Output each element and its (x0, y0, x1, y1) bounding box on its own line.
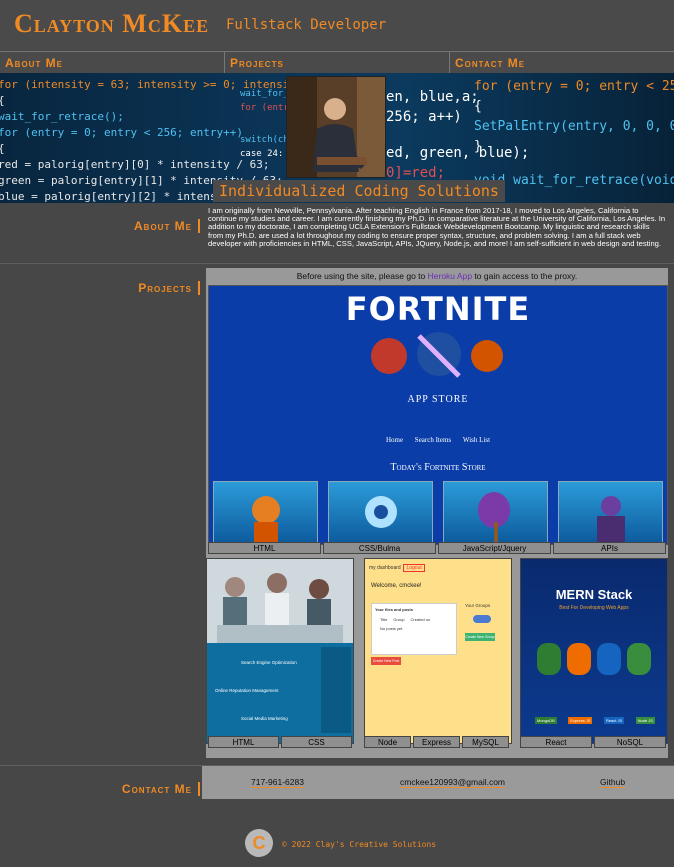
column-header: Title (380, 617, 388, 622)
fortnite-nav: Home Search Items Wish List (209, 436, 667, 444)
heroku-app-link[interactable]: Heroku App (428, 271, 472, 281)
fortnite-project-screenshot[interactable]: FORTNITE APP STORE Home Search Items Wis… (208, 285, 668, 545)
site-name: Clayton McKee (14, 9, 210, 38)
tech-tag: Express (413, 736, 460, 748)
hero-banner: for (intensity = 63; intensity >= 0; int… (0, 73, 674, 203)
copyright-text: © 2022 Clay's Creative Solutions (282, 840, 437, 849)
tech-tag: React (520, 736, 592, 748)
github-link[interactable]: Github (600, 777, 626, 788)
projects-label: Projects (138, 281, 200, 295)
about-label: About Me (134, 219, 200, 233)
create-post-button[interactable]: Create New Post (371, 657, 401, 665)
footer-logo: C (245, 829, 273, 857)
tech-tag: HTML (208, 736, 279, 748)
fortnite-item-card[interactable] (558, 481, 663, 544)
seo-service: Social Media Marketing (241, 716, 288, 721)
site-role: Fullstack Developer (226, 17, 387, 33)
groups-welcome: Welcome, cmckee! (371, 583, 422, 589)
mern-tags: React NoSQL (520, 736, 666, 748)
groups-project-screenshot[interactable]: my dashboard Logout Welcome, cmckee! You… (364, 558, 512, 744)
empty-state: No posts yet. (380, 626, 404, 631)
nav-contact-me[interactable]: Contact Me (450, 52, 674, 74)
fortnite-item-card[interactable] (328, 481, 433, 544)
mern-title: MERN Stack (555, 587, 633, 602)
mern-badge: Node JS (635, 717, 655, 724)
code-line: for (entry = 0; entry < 256; entry (474, 79, 674, 94)
code-right: for (entry = 0; entry < 256; entry { Set… (474, 77, 674, 191)
mern-badges: MongoDB Express JS React JS Node JS (535, 717, 655, 724)
code-line: { (474, 99, 482, 114)
seo-service: Search Engine Optimization (241, 660, 297, 665)
mern-subtitle: Best For Developing Web Apps (559, 605, 629, 611)
create-group-button[interactable]: Create New Group (465, 633, 495, 641)
seo-sidebar (321, 647, 351, 733)
mern-badge: Express JS (568, 717, 593, 724)
column-header: Created on (410, 617, 431, 622)
phone-link[interactable]: 717-961-6283 (251, 777, 304, 788)
site-header: Clayton McKee Fullstack Developer (0, 0, 674, 50)
team-photo (207, 559, 353, 643)
fortnite-tags: HTML CSS/Bulma JavaScript/Jquery APIs (208, 542, 666, 554)
groups-label: Your Groups (465, 603, 491, 608)
divider (0, 263, 674, 264)
tech-tag: APIs (553, 542, 666, 554)
fortnite-item-card[interactable] (213, 481, 318, 544)
fortnite-nav-search[interactable]: Search Items (415, 436, 451, 444)
code-line: } (474, 139, 482, 154)
fortnite-store-title: APP STORE (407, 394, 469, 405)
fortnite-nav-wishlist[interactable]: Wish List (463, 436, 490, 444)
hero-tagline: Individualized Coding Solutions (213, 180, 505, 202)
contact-label: Contact Me (122, 782, 200, 796)
tech-tag: CSS/Bulma (323, 542, 436, 554)
posts-table-header: Title Group Created on (372, 615, 456, 624)
email-link[interactable]: cmckee120993@gmail.com (400, 777, 506, 788)
column-header: Group (393, 617, 405, 622)
mern-badge: React JS (603, 717, 625, 724)
contact-links: 717-961-6283 cmckee120993@gmail.com Gith… (206, 768, 674, 798)
profile-photo (286, 76, 386, 178)
panel-title: Your files and posts (375, 607, 413, 612)
notice-text: to gain access to the proxy. (472, 271, 578, 281)
mern-logos (537, 643, 651, 675)
fortnite-characters-art (371, 332, 503, 378)
tech-tag: MySQL (462, 736, 509, 748)
tech-tag: NoSQL (594, 736, 666, 748)
tech-tag: CSS (281, 736, 352, 748)
groups-tags: Node Express MySQL (364, 736, 509, 748)
mern-project-screenshot[interactable]: MERN Stack Best For Developing Web Apps … (520, 558, 668, 744)
seo-tags: HTML CSS (208, 736, 352, 748)
seo-service: Online Reputation Management (215, 688, 279, 693)
fortnite-nav-home[interactable]: Home (386, 436, 403, 444)
mern-badge: MongoDB (535, 717, 557, 724)
about-text: I am originally from Newville, Pennsylva… (208, 206, 666, 248)
fortnite-today-heading: Today's Fortnite Store (390, 462, 486, 473)
code-line: SetPalEntry(entry, 0, 0, 0); (474, 119, 674, 134)
notice-text: Before using the site, please go to (296, 271, 428, 281)
nav-about-me[interactable]: About Me (0, 52, 225, 74)
tech-tag: JavaScript/Jquery (438, 542, 551, 554)
tech-tag: Node (364, 736, 411, 748)
fortnite-logo: FORTNITE (345, 290, 531, 328)
main-nav: About Me Projects Contact Me (0, 51, 674, 75)
site-footer: C © 2022 Clay's Creative Solutions (0, 800, 674, 867)
proxy-notice: Before using the site, please go to Hero… (206, 268, 668, 284)
nav-projects[interactable]: Projects (225, 52, 450, 74)
seo-project-screenshot[interactable]: Search Engine Optimization Online Reputa… (206, 558, 354, 744)
group-pill[interactable] (473, 615, 491, 623)
projects-panel: Before using the site, please go to Hero… (206, 268, 668, 758)
fortnite-item-card[interactable] (443, 481, 548, 544)
seo-service-list: Search Engine Optimization Online Reputa… (211, 649, 317, 733)
groups-topbar: my dashboard Logout (369, 564, 425, 572)
tech-tag: HTML (208, 542, 321, 554)
groups-posts-panel: Your files and posts Title Group Created… (371, 603, 457, 655)
